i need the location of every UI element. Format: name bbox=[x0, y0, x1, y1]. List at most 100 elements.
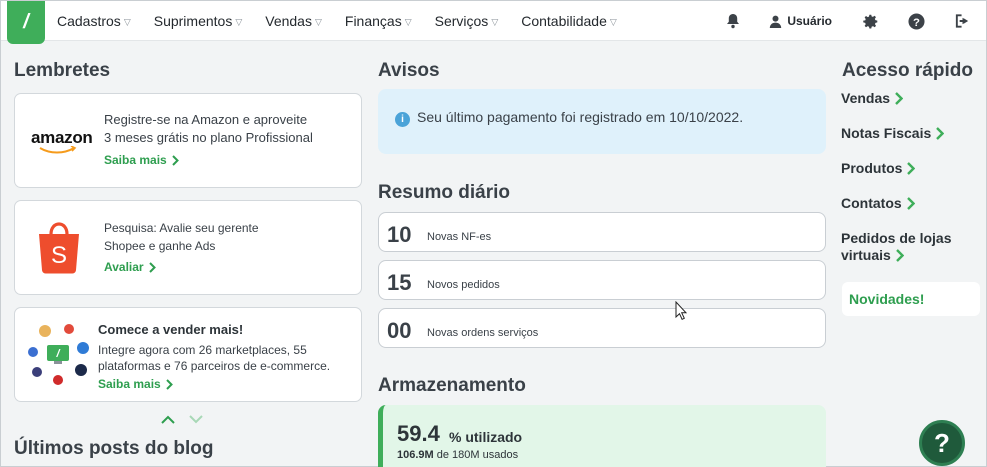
nav-label: Vendas bbox=[265, 13, 312, 29]
quick-link-label: Vendas bbox=[841, 90, 891, 106]
quick-link-contatos[interactable]: Contatos bbox=[841, 195, 915, 212]
app-logo[interactable]: / bbox=[7, 1, 45, 44]
integrations-heading: Comece a vender mais! bbox=[98, 322, 244, 337]
stat-label: Novos pedidos bbox=[427, 279, 500, 291]
stat-label: Novas ordens serviços bbox=[427, 327, 539, 339]
quick-link-label-line2: virtuais bbox=[841, 247, 891, 263]
blog-title: Últimos posts do blog bbox=[14, 438, 214, 459]
chevron-down-icon: ▽ bbox=[491, 16, 499, 27]
link-label: Saiba mais bbox=[104, 153, 167, 167]
mouse-cursor-icon bbox=[675, 301, 687, 320]
svg-text:?: ? bbox=[913, 16, 920, 28]
storage-used-suffix: de 180M usados bbox=[436, 449, 519, 461]
reminder-card-shopee: S Pesquisa: Avalie seu gerente Shopee e … bbox=[14, 200, 362, 295]
storage-card: 59.4 % utilizado 106.9M de 180M usados bbox=[378, 405, 826, 467]
chevron-right-icon bbox=[906, 197, 915, 210]
gear-icon[interactable] bbox=[860, 11, 880, 31]
nav-label: Contabilidade bbox=[521, 13, 607, 29]
stat-ordens-servico[interactable]: 00 Novas ordens serviços bbox=[378, 308, 826, 348]
main-nav: Cadastros ▽ Suprimentos ▽ Vendas ▽ Finanças… bbox=[57, 1, 640, 41]
amazon-smile-icon bbox=[39, 146, 77, 154]
nav-actions: Usuário ? bbox=[723, 1, 972, 41]
nav-label: Finanças bbox=[344, 13, 402, 29]
notices-title: Avisos bbox=[378, 60, 440, 81]
reminder-card-integrations: / Comece a vender mais! Integre agora co… bbox=[14, 307, 362, 402]
quick-link-vendas[interactable]: Vendas bbox=[841, 90, 904, 107]
stat-label: Novas NF-es bbox=[427, 231, 492, 243]
stat-value: 10 bbox=[387, 222, 412, 247]
nav-label: Suprimentos bbox=[153, 13, 233, 29]
quick-link-notas-fiscais[interactable]: Notas Fiscais bbox=[841, 125, 945, 142]
reminder-carousel-controls bbox=[161, 415, 203, 424]
storage-percent: 59.4 bbox=[397, 421, 440, 446]
chevron-right-icon bbox=[895, 249, 904, 262]
user-label: Usuário bbox=[787, 14, 832, 28]
user-menu[interactable]: Usuário bbox=[769, 14, 832, 28]
amazon-saiba-mais-link[interactable]: Saiba mais bbox=[104, 153, 179, 167]
quick-link-produtos[interactable]: Produtos bbox=[841, 160, 916, 177]
chevron-right-icon bbox=[936, 127, 945, 140]
nav-suprimentos[interactable]: Suprimentos ▽ bbox=[154, 13, 243, 29]
chevron-down-icon: ▽ bbox=[235, 16, 243, 27]
payment-notice: i Seu último pagamento foi registrado em… bbox=[378, 89, 826, 154]
nav-financas[interactable]: Finanças ▽ bbox=[345, 13, 412, 29]
integrations-cluster-icon: / bbox=[28, 324, 89, 385]
quick-link-label: Notas Fiscais bbox=[841, 125, 932, 141]
chevron-down-icon[interactable] bbox=[189, 415, 203, 424]
daily-summary-title: Resumo diário bbox=[378, 182, 510, 203]
nav-cadastros[interactable]: Cadastros ▽ bbox=[57, 13, 131, 29]
nav-contabilidade[interactable]: Contabilidade ▽ bbox=[521, 13, 617, 29]
reminder-text-line2: plataformas e 76 parceiros de e-commerce… bbox=[98, 359, 331, 373]
reminder-text-line2: Shopee e ganhe Ads bbox=[104, 239, 216, 253]
notice-message: Seu último pagamento foi registrado em 1… bbox=[417, 109, 744, 125]
top-navbar: / Cadastros ▽ Suprimentos ▽ Vendas ▽ Finanç… bbox=[1, 1, 986, 44]
help-circle-icon[interactable]: ? bbox=[906, 11, 926, 31]
reminder-text-line1: Registre-se na Amazon e aproveite bbox=[104, 112, 308, 127]
chevron-down-icon: ▽ bbox=[404, 16, 412, 27]
link-label: Avaliar bbox=[104, 260, 144, 274]
nav-servicos[interactable]: Serviços ▽ bbox=[435, 13, 499, 29]
news-button[interactable]: Novidades! bbox=[842, 282, 980, 316]
chevron-up-icon[interactable] bbox=[161, 415, 175, 424]
nav-vendas[interactable]: Vendas ▽ bbox=[265, 13, 322, 29]
quick-link-label-line1: Pedidos de lojas bbox=[841, 230, 952, 246]
integrations-saiba-mais-link[interactable]: Saiba mais bbox=[98, 377, 173, 391]
nav-label: Serviços bbox=[434, 13, 489, 29]
info-icon: i bbox=[395, 112, 410, 127]
chevron-right-icon bbox=[171, 154, 179, 166]
stat-pedidos[interactable]: 15 Novos pedidos bbox=[378, 260, 826, 300]
storage-used-value: 106.9M bbox=[397, 449, 434, 461]
floating-help-button[interactable]: ? bbox=[919, 420, 965, 466]
stat-value: 00 bbox=[387, 318, 412, 343]
chevron-down-icon: ▽ bbox=[609, 16, 617, 27]
stat-nfes[interactable]: 10 Novas NF-es bbox=[378, 212, 826, 252]
chevron-right-icon bbox=[907, 162, 916, 175]
storage-used: 106.9M de 180M usados bbox=[397, 449, 518, 461]
quick-link-label: Produtos bbox=[841, 160, 903, 176]
shopee-avaliar-link[interactable]: Avaliar bbox=[104, 260, 156, 274]
quick-link-pedidos-lojas-virtuais[interactable]: Pedidos de lojas virtuais bbox=[841, 230, 951, 264]
nav-label: Cadastros bbox=[57, 13, 121, 29]
reminder-text-line2: 3 meses grátis no plano Profissional bbox=[104, 130, 313, 145]
quick-access-title: Acesso rápido bbox=[842, 60, 973, 81]
reminder-card-amazon: amazon Registre-se na Amazon e aproveite… bbox=[14, 93, 362, 188]
chevron-right-icon bbox=[165, 378, 173, 390]
question-mark-icon: ? bbox=[934, 427, 950, 458]
reminders-title: Lembretes bbox=[14, 60, 111, 81]
amazon-logo: amazon bbox=[31, 128, 93, 147]
storage-percent-label: % utilizado bbox=[449, 429, 523, 445]
user-icon bbox=[770, 15, 782, 28]
link-label: Saiba mais bbox=[98, 377, 161, 391]
svg-text:S: S bbox=[51, 242, 67, 269]
bell-icon[interactable] bbox=[723, 11, 743, 31]
chevron-down-icon: ▽ bbox=[123, 16, 131, 27]
reminder-text-line1: Pesquisa: Avalie seu gerente bbox=[104, 221, 259, 235]
shopee-bag-icon: S bbox=[39, 222, 79, 274]
chevron-right-icon bbox=[895, 92, 904, 105]
chevron-down-icon: ▽ bbox=[314, 16, 322, 27]
logout-icon[interactable] bbox=[952, 11, 972, 31]
quick-link-label: Contatos bbox=[841, 195, 902, 211]
stat-value: 15 bbox=[387, 270, 412, 295]
chevron-right-icon bbox=[148, 261, 156, 273]
storage-title: Armazenamento bbox=[378, 375, 526, 396]
